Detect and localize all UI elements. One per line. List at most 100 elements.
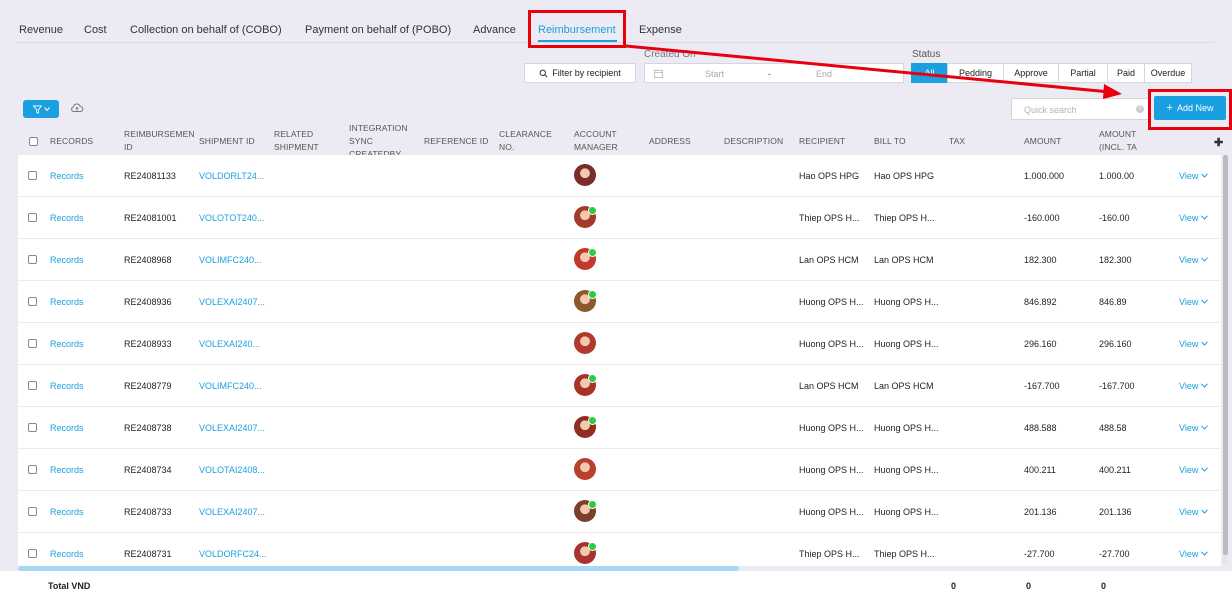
view-link[interactable]: View [1179,297,1198,307]
vertical-scrollbar-thumb[interactable] [1223,155,1228,555]
chevron-down-icon[interactable] [1201,422,1208,432]
table-row[interactable]: Records RE24081001 VOLOTOT240... Thiep OPS … [18,197,1221,239]
column-header-integration-sync[interactable]: INTEGRATION SYNC CREATEDBY [349,122,415,155]
row-checkbox[interactable] [28,171,37,180]
column-header-address[interactable]: ADDRESS [649,126,691,156]
column-header-related-shipment[interactable]: RELATED SHIPMENT [274,128,326,154]
records-link[interactable]: Records [50,381,84,391]
chevron-down-icon[interactable] [1201,464,1208,474]
select-all-checkbox[interactable] [29,136,38,146]
view-link[interactable]: View [1179,255,1198,265]
cloud-upload-icon[interactable] [70,102,84,114]
shipment-id-link[interactable]: VOLIMFC240... [199,255,262,265]
status-option-paid[interactable]: Paid [1107,63,1145,83]
created-on-date-range[interactable]: Start - End [644,63,904,83]
avatar [574,248,597,270]
column-header-account-manager[interactable]: ACCOUNT MANAGER [574,128,624,154]
chevron-down-icon[interactable] [1201,212,1208,222]
view-link[interactable]: View [1179,213,1198,223]
table-row[interactable]: Records RE2408738 VOLEXAI2407... Huong OPS … [18,407,1221,449]
column-header-description[interactable]: DESCRIPTION [724,126,783,156]
view-link[interactable]: View [1179,381,1198,391]
view-link[interactable]: View [1179,339,1198,349]
row-checkbox[interactable] [28,507,37,516]
view-link[interactable]: View [1179,171,1198,181]
row-checkbox[interactable] [28,381,37,390]
quick-search-input[interactable] [1022,100,1136,120]
amount-incl-tax: 488.58 [1099,423,1127,433]
column-header-recipient[interactable]: RECIPIENT [799,126,845,156]
row-checkbox[interactable] [28,297,37,306]
view-link[interactable]: View [1179,465,1198,475]
row-checkbox[interactable] [28,465,37,474]
column-header-shipment-id[interactable]: SHIPMENT ID [199,126,255,156]
table-row[interactable]: Records RE2408968 VOLIMFC240... Lan OPS HCM… [18,239,1221,281]
records-link[interactable]: Records [50,507,84,517]
column-header-bill-to[interactable]: BILL TO [874,126,906,156]
view-link[interactable]: View [1179,423,1198,433]
shipment-id-link[interactable]: VOLOTOT240... [199,213,264,223]
tab-cobo[interactable]: Collection on behalf of (COBO) [130,24,282,36]
row-checkbox[interactable] [28,423,37,432]
date-end-input[interactable]: End [816,69,832,79]
chevron-down-icon[interactable] [1201,338,1208,348]
tab-pobo[interactable]: Payment on behalf of (POBO) [305,24,451,36]
records-link[interactable]: Records [50,423,84,433]
tab-advance[interactable]: Advance [473,24,516,36]
column-header-records[interactable]: RECORDS [50,126,93,156]
tab-revenue[interactable]: Revenue [19,24,63,36]
add-column-icon[interactable]: ✚ [1214,136,1223,149]
column-header-reference-id[interactable]: REFERENCE ID [424,126,489,156]
table-row[interactable]: Records RE2408733 VOLEXAI2407... Huong OPS … [18,491,1221,533]
records-link[interactable]: Records [50,213,84,223]
records-link[interactable]: Records [50,255,84,265]
view-link[interactable]: View [1179,549,1198,559]
row-checkbox[interactable] [28,255,37,264]
chevron-down-icon[interactable] [1201,380,1208,390]
records-link[interactable]: Records [50,171,84,181]
records-link[interactable]: Records [50,297,84,307]
shipment-id-link[interactable]: VOLIMFC240... [199,381,262,391]
chevron-down-icon[interactable] [1201,506,1208,516]
shipment-id-link[interactable]: VOLEXAI2407... [199,507,265,517]
column-header-reimbursement-id[interactable]: REIMBURSEMEN ID [124,128,195,154]
tab-cost[interactable]: Cost [84,24,107,36]
shipment-id-link[interactable]: VOLDORFC24... [199,549,267,559]
filter-button[interactable] [23,100,59,118]
row-checkbox[interactable] [28,213,37,222]
tab-expense[interactable]: Expense [639,24,682,36]
shipment-id-link[interactable]: VOLEXAI2407... [199,423,265,433]
records-link[interactable]: Records [50,339,84,349]
status-option-partial[interactable]: Partial [1058,63,1108,83]
chevron-down-icon[interactable] [1201,296,1208,306]
shipment-id-link[interactable]: VOLOTAI2408... [199,465,265,475]
table-row[interactable]: Records RE2408779 VOLIMFC240... Lan OPS HCM… [18,365,1221,407]
status-option-all[interactable]: All [911,63,948,83]
view-link[interactable]: View [1179,507,1198,517]
column-header-amount-incl-tax[interactable]: AMOUNT (INCL. TA [1099,128,1143,156]
chevron-down-icon[interactable] [1201,548,1208,558]
table-row[interactable]: Records RE2408731 VOLDORFC24... Thiep OPS H… [18,533,1221,566]
records-link[interactable]: Records [50,465,84,475]
shipment-id-link[interactable]: VOLEXAI240... [199,339,260,349]
filter-by-recipient-button[interactable]: Filter by recipient [524,63,636,83]
table-row[interactable]: Records RE24081133 VOLDORLT24... Hao OPS HP… [18,155,1221,197]
column-header-tax[interactable]: TAX [949,126,965,156]
row-checkbox[interactable] [28,549,37,558]
shipment-id-link[interactable]: VOLDORLT24... [199,171,264,181]
column-header-amount[interactable]: AMOUNT [1024,126,1061,156]
status-option-approve[interactable]: Approve [1003,63,1059,83]
table-row[interactable]: Records RE2408734 VOLOTAI2408... Huong OPS … [18,449,1221,491]
column-header-clearance-no[interactable]: CLEARANCE NO. [499,128,559,154]
date-start-input[interactable]: Start [705,69,724,79]
table-row[interactable]: Records RE2408936 VOLEXAI2407... Huong OPS … [18,281,1221,323]
vertical-scrollbar[interactable] [1223,155,1228,565]
chevron-down-icon[interactable] [1201,170,1208,180]
row-checkbox[interactable] [28,339,37,348]
status-option-overdue[interactable]: Overdue [1144,63,1192,83]
table-row[interactable]: Records RE2408933 VOLEXAI240... Huong OPS H… [18,323,1221,365]
status-option-pedding[interactable]: Pedding [947,63,1004,83]
chevron-down-icon[interactable] [1201,254,1208,264]
records-link[interactable]: Records [50,549,84,559]
shipment-id-link[interactable]: VOLEXAI2407... [199,297,265,307]
